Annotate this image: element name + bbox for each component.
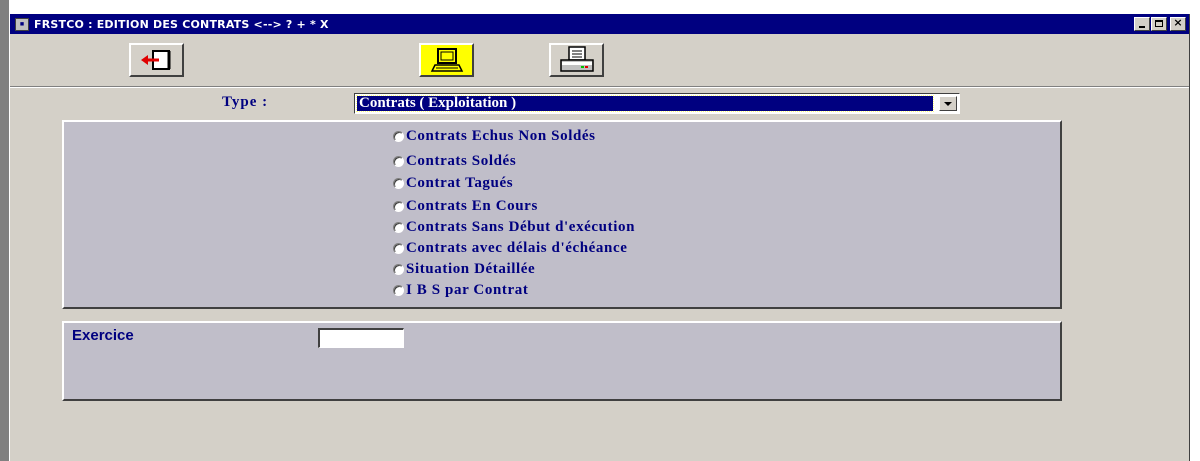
radio-option[interactable]: Contrats Echus Non Soldés <box>393 128 596 145</box>
radio-button[interactable] <box>393 178 404 189</box>
radio-option[interactable]: Contrats Soldés <box>393 153 516 170</box>
title-bar[interactable]: ■ FRSTCO : EDITION DES CONTRATS <--> ? +… <box>10 14 1189 34</box>
exercice-input[interactable] <box>318 328 404 348</box>
radio-label: Contrat Tagués <box>406 175 514 191</box>
radio-option[interactable]: Contrat Tagués <box>393 175 513 192</box>
close-button[interactable]: × <box>1170 16 1186 31</box>
radio-button[interactable] <box>393 222 404 233</box>
radio-button[interactable] <box>393 264 404 275</box>
window-controls: × <box>1133 16 1186 31</box>
report-options-panel: Contrats Echus Non Soldés Contrats Soldé… <box>62 120 1062 309</box>
radio-button[interactable] <box>393 156 404 167</box>
radio-label: Contrats Echus Non Soldés <box>406 128 596 144</box>
radio-button[interactable] <box>393 285 404 296</box>
radio-label: Contrats avec délais d'échéance <box>406 240 628 256</box>
printer-icon <box>559 46 594 72</box>
radio-label: Contrats Sans Début d'exécution <box>406 219 636 235</box>
close-icon: × <box>1173 16 1183 29</box>
maximize-button[interactable] <box>1151 17 1167 31</box>
maximize-icon <box>1155 20 1163 27</box>
exercice-label: Exercice <box>72 327 134 344</box>
left-edge <box>0 0 9 461</box>
radio-option[interactable]: Contrats En Cours <box>393 198 538 215</box>
radio-option[interactable]: Contrats avec délais d'échéance <box>393 240 627 257</box>
exit-button[interactable] <box>129 43 184 77</box>
radio-option[interactable]: I B S par Contrat <box>393 282 528 299</box>
radio-label: I B S par Contrat <box>406 282 529 298</box>
type-label: Type : <box>222 94 269 110</box>
radio-label: Contrats Soldés <box>406 153 517 169</box>
type-selected-value: Contrats ( Exploitation ) <box>356 95 934 112</box>
minimize-icon <box>1139 26 1145 28</box>
radio-button[interactable] <box>393 243 404 254</box>
radio-option[interactable]: Situation Détaillée <box>393 261 535 278</box>
app-icon[interactable]: ■ <box>15 17 29 31</box>
radio-option[interactable]: Contrats Sans Début d'exécution <box>393 219 635 236</box>
computer-screen-icon <box>430 48 463 72</box>
exit-door-icon <box>140 50 170 70</box>
type-select[interactable]: Contrats ( Exploitation ) <box>354 93 960 114</box>
chevron-down-icon <box>944 102 952 106</box>
toolbar-divider <box>10 87 1189 88</box>
exercice-panel: Exercice <box>62 321 1062 401</box>
screen-preview-button[interactable] <box>419 43 474 77</box>
radio-button[interactable] <box>393 201 404 212</box>
type-dropdown-button[interactable] <box>939 96 957 111</box>
print-button[interactable] <box>549 43 604 77</box>
radio-label: Contrats En Cours <box>406 198 538 214</box>
window-title: FRSTCO : EDITION DES CONTRATS <--> ? + *… <box>34 17 329 31</box>
application-window: ■ FRSTCO : EDITION DES CONTRATS <--> ? +… <box>9 14 1190 461</box>
radio-button[interactable] <box>393 131 404 142</box>
minimize-button[interactable] <box>1134 17 1150 31</box>
radio-label: Situation Détaillée <box>406 261 536 277</box>
